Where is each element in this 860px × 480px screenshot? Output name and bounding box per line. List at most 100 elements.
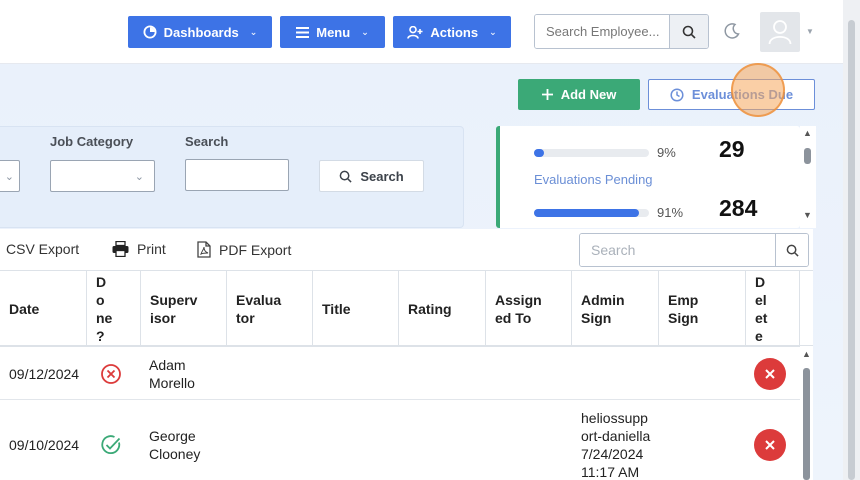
caret-down-icon[interactable]: ▼	[806, 27, 814, 36]
delete-button[interactable]	[754, 357, 786, 390]
menu-button[interactable]: Menu ⌄	[280, 16, 385, 48]
job-category-label: Job Category	[50, 134, 134, 149]
chevron-down-icon: ⌄	[134, 171, 144, 183]
filter-search-button[interactable]: Search	[319, 160, 424, 192]
table-scrollbar[interactable]: ▲	[800, 346, 813, 480]
search-label: Search	[185, 134, 229, 149]
table-search-button[interactable]	[775, 234, 808, 266]
table-search	[579, 233, 809, 267]
employee-search	[534, 14, 709, 49]
table-scrollbar-thumb[interactable]	[803, 368, 810, 480]
column-header-text: ne	[96, 309, 113, 326]
page-scrollbar[interactable]	[843, 0, 860, 480]
progress-fill-pending	[534, 209, 639, 217]
table-row[interactable]: 09/12/2024 Adam Morello	[0, 347, 800, 400]
page-scrollbar-thumb[interactable]	[848, 20, 855, 480]
column-header[interactable]: Admin Sign	[572, 271, 659, 346]
delete-button[interactable]	[754, 429, 786, 461]
search-icon	[786, 244, 799, 257]
stats-scrollbar-thumb[interactable]	[804, 148, 811, 164]
user-avatar[interactable]	[760, 12, 800, 52]
csv-export-label: CSV Export	[6, 241, 80, 257]
close-icon	[765, 440, 775, 450]
column-header[interactable]: Superv isor	[141, 271, 227, 346]
filter-search-button-label: Search	[360, 168, 404, 184]
employee-search-input[interactable]	[535, 15, 669, 48]
column-header-text: Date	[9, 300, 40, 317]
chevron-down-icon: ⌄	[249, 26, 258, 37]
admin-sign-line: ort-daniella	[581, 428, 651, 444]
progress-track-pending	[534, 209, 649, 217]
progress-fill-completed	[534, 149, 545, 157]
column-header[interactable]: Assign ed To	[486, 271, 572, 346]
employee-search-button[interactable]	[669, 15, 708, 48]
admin-sign-line: 7/24/2024	[581, 446, 644, 462]
add-new-button[interactable]: Add New	[518, 79, 640, 110]
scroll-down-arrow[interactable]: ▼	[803, 210, 812, 220]
column-header-text: ed To	[495, 309, 532, 326]
column-header-label: Admin Sign	[581, 291, 625, 327]
evaluation-stats-card: 9% 29 Evaluations Pending 91% 284	[496, 126, 800, 228]
print-button[interactable]: Print	[112, 241, 166, 257]
stats-scrollbar[interactable]: ▲ ▼	[800, 126, 816, 228]
column-header-text: Sign	[668, 309, 699, 326]
chevron-down-icon: ⌄	[361, 26, 369, 37]
cell-supervisor: George Clooney	[149, 427, 200, 463]
column-header-text: Sign	[581, 309, 612, 326]
chevron-down-icon: ⌄	[489, 26, 497, 37]
column-header[interactable]: Do ne?	[87, 271, 141, 346]
column-header[interactable]: Date	[0, 271, 87, 346]
column-header[interactable]: Title	[313, 271, 399, 346]
pdf-file-icon	[197, 241, 211, 258]
pdf-export-label: PDF Export	[219, 241, 292, 258]
column-header-label: Rating	[408, 300, 452, 318]
department-select[interactable]: ⌄	[0, 160, 20, 192]
pdf-export-button[interactable]: PDF Export	[197, 241, 291, 258]
column-header-text: ?	[96, 327, 105, 344]
actions-label: Actions	[430, 24, 479, 40]
scroll-up-arrow[interactable]: ▲	[802, 349, 811, 359]
dashboards-button[interactable]: Dashboards ⌄	[128, 16, 272, 48]
column-header[interactable]: Del et e	[746, 271, 800, 346]
scroll-up-arrow[interactable]: ▲	[803, 128, 812, 138]
table-header: Date Do ne? Superv isor Evalua tor Title Rating A…	[0, 270, 813, 347]
evaluations-due-button[interactable]: Evaluations Due	[648, 79, 815, 110]
close-icon	[765, 368, 775, 379]
evaluations-pending-link[interactable]: Evaluations Pending	[534, 172, 653, 187]
column-header[interactable]: Rating	[399, 271, 486, 346]
column-header-text: isor	[150, 309, 176, 326]
column-header-label: Do ne?	[96, 273, 112, 345]
column-header-text: Assign	[495, 291, 542, 308]
column-header-label: Emp Sign	[668, 291, 698, 327]
actions-button[interactable]: Actions ⌄	[393, 16, 511, 48]
column-header-label: Superv isor	[150, 291, 197, 327]
column-header-text: el	[755, 291, 767, 308]
print-icon	[112, 241, 129, 257]
moon-icon[interactable]	[723, 22, 741, 40]
stat-count-1: 29	[719, 136, 745, 162]
column-header-label: Date	[9, 300, 39, 318]
column-header-text: Title	[322, 300, 351, 317]
plus-icon	[541, 89, 553, 100]
job-category-select[interactable]: ⌄	[50, 160, 155, 192]
column-header-label: Evalua tor	[236, 291, 281, 327]
column-header-text: tor	[236, 309, 255, 326]
print-label: Print	[137, 241, 166, 257]
table-search-input[interactable]	[580, 234, 775, 266]
dashboard-icon	[143, 25, 157, 39]
dashboards-label: Dashboards	[163, 24, 239, 40]
column-header-label: Del et e	[755, 273, 767, 345]
supervisor-name-line: Morello	[149, 374, 195, 391]
column-header[interactable]: Emp Sign	[659, 271, 746, 346]
column-header[interactable]: Evalua tor	[227, 271, 313, 346]
clock-icon	[670, 87, 684, 102]
cell-admin-sign: heliossupp ort-daniella 7/24/2024 11:17 AM	[581, 409, 650, 480]
admin-sign-line: 11:17 AM	[581, 464, 640, 480]
column-header-label: Assign ed To	[495, 291, 542, 327]
filter-search-input[interactable]	[185, 159, 289, 191]
table-row[interactable]: 09/10/2024 George Clooney heliossupp ort-dan…	[0, 400, 800, 480]
stat-count-2: 284	[719, 195, 758, 221]
column-header-text: et	[755, 309, 768, 326]
search-icon	[339, 170, 352, 183]
csv-export-button[interactable]: CSV Export	[6, 241, 79, 257]
